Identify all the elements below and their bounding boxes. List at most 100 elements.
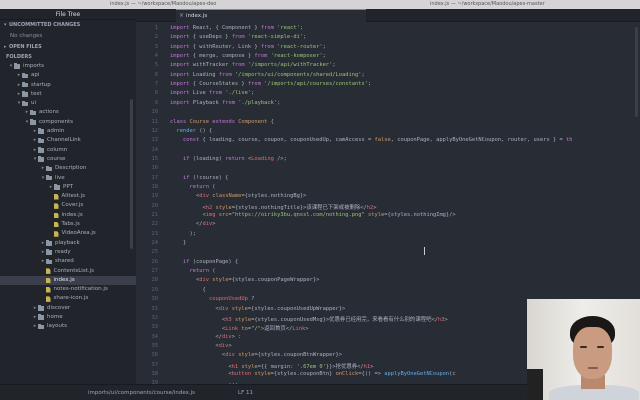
tree-folder-layouts[interactable]: ▸ layouts: [0, 322, 136, 331]
file-icon: [54, 212, 59, 219]
code-line[interactable]: return (: [170, 184, 215, 190]
sidebar-scrollbar[interactable]: [130, 99, 133, 249]
code-line[interactable]: <img src="https://oiriky3bu.qnssl.com/no…: [170, 212, 455, 218]
tree-folder-admin[interactable]: ▸ admin: [0, 127, 136, 136]
tree-folder-actions[interactable]: ▸ actions: [0, 108, 136, 117]
code-line[interactable]: render () {: [170, 128, 213, 134]
code-line[interactable]: <div style={styles.couponBtnWrapper}>: [170, 352, 342, 358]
file-icon: [54, 221, 59, 228]
folder-icon: [22, 91, 28, 97]
code-line[interactable]: <div className={styles.nothingBg}>: [170, 193, 306, 199]
tree-folder-column[interactable]: ▸ column: [0, 146, 136, 155]
code-line[interactable]: );: [170, 231, 196, 237]
code-line[interactable]: import { merge, compose } from 'react-ko…: [170, 53, 326, 59]
code-line[interactable]: class Course extends Component {: [170, 119, 274, 125]
code-line[interactable]: if (!course) {: [170, 175, 228, 181]
code-line[interactable]: <Link to="/">返回首页</Link>: [170, 324, 309, 332]
tree-folder-shared[interactable]: ▸ shared: [0, 257, 136, 266]
uncommitted-changes-section[interactable]: ▾ UNCOMMITTED CHANGES: [0, 20, 136, 30]
tree-file-tabs-js[interactable]: Tabs.js: [0, 220, 136, 229]
tree-folder-playback[interactable]: ▸ playback: [0, 239, 136, 248]
tree-folder-components[interactable]: ▾ components: [0, 118, 136, 127]
tab-index-js[interactable]: × index.js: [176, 9, 366, 22]
tree-file-notes-notification-js[interactable]: notes-notification.js: [0, 285, 136, 294]
code-line[interactable]: if (couponPage) {: [170, 259, 238, 265]
tree-item-label: Cover.js: [61, 202, 84, 209]
line-number: 15: [151, 155, 159, 162]
code-line[interactable]: const { loading, course, coupon, couponU…: [170, 137, 573, 143]
code-line[interactable]: return (: [170, 268, 215, 274]
folder-icon: [54, 184, 60, 190]
tree-file-alitest-js[interactable]: Alitest.js: [0, 192, 136, 201]
code-line[interactable]: couponUsedUp ?: [170, 296, 254, 302]
folder-icon: [38, 156, 44, 162]
code-line[interactable]: </div>: [170, 221, 216, 227]
line-number: 9: [154, 99, 158, 106]
code-line[interactable]: import { withRouter, Link } from 'react-…: [170, 44, 326, 50]
webcam-face: [573, 327, 612, 379]
tree-folder-api[interactable]: ▸ api: [0, 71, 136, 80]
close-icon[interactable]: ×: [179, 10, 184, 22]
line-number: 21: [151, 212, 159, 218]
folder-tree: ▾ imports ▸ api ▸ startup ▸ test ▾ ui ▸ actions ▾ com…: [0, 62, 136, 332]
tree-folder-startup[interactable]: ▸ startup: [0, 81, 136, 90]
code-line[interactable]: import withTracker from '/imports/api/wi…: [170, 62, 336, 68]
line-number: 18: [151, 183, 159, 190]
code-line[interactable]: <button style={styles.couponBtn} onClick…: [170, 371, 455, 377]
tree-item-label: admin: [47, 128, 65, 135]
tree-item-label: startup: [31, 81, 51, 88]
tree-folder-discover[interactable]: ▸ discover: [0, 304, 136, 313]
code-line[interactable]: {: [170, 287, 205, 293]
tree-folder-ui[interactable]: ▾ ui: [0, 99, 136, 108]
line-number: 23: [151, 230, 159, 237]
tree-file-index-js[interactable]: index.js: [0, 211, 136, 220]
code-line[interactable]: import React, { Component } from 'react'…: [170, 25, 303, 31]
code-line[interactable]: import Live from './live';: [170, 90, 254, 96]
tree-file-contentslist-js[interactable]: ContentsList.js: [0, 267, 136, 276]
tree-folder-ppt[interactable]: ▸ PPT: [0, 183, 136, 192]
line-number: 29: [151, 286, 159, 293]
tree-file-cover-js[interactable]: Cover.js: [0, 201, 136, 210]
line-number: 19: [151, 193, 159, 200]
tree-folder-live[interactable]: ▾ live: [0, 174, 136, 183]
tree-folder-ready[interactable]: ▸ ready: [0, 248, 136, 257]
code-line[interactable]: import Loading from '/imports/ui/compone…: [170, 72, 365, 78]
tree-folder-home[interactable]: ▸ home: [0, 313, 136, 322]
code-line[interactable]: import { CourseStates } from '/imports/a…: [170, 81, 371, 87]
code-line[interactable]: <h3 style={styles.couponUsedMsg}>优惠券已经用完…: [170, 315, 448, 323]
folder-icon: [30, 109, 36, 116]
code-line[interactable]: import Playback from './playback';: [170, 100, 280, 106]
tree-folder-imports[interactable]: ▾ imports: [0, 62, 136, 71]
cursor-position[interactable]: LF: [238, 385, 244, 400]
line-number: 11: [151, 118, 159, 125]
open-files-section[interactable]: ▸ OPEN FILES: [0, 42, 136, 52]
window-title-right: index.js — ~/workspace/Maodou/apes-maste…: [430, 1, 545, 7]
tree-folder-course[interactable]: ▾ course: [0, 155, 136, 164]
tree-file-index-js[interactable]: index.js: [0, 275, 136, 286]
code-line[interactable]: }: [170, 240, 186, 246]
tree-folder-description[interactable]: ▸ Description: [0, 164, 136, 173]
tree-item-label: playback: [55, 239, 80, 246]
tree-folder-test[interactable]: ▸ test: [0, 90, 136, 99]
code-line[interactable]: <div>: [170, 343, 231, 349]
tree-file-videoarea-js[interactable]: VideoArea.js: [0, 229, 136, 238]
line-number: 10: [151, 109, 159, 116]
status-count[interactable]: 11: [246, 385, 253, 400]
code-line[interactable]: <h2 style={styles.nothingTitle}>该课程已下架或被…: [170, 203, 376, 211]
line-number: 30: [151, 296, 159, 303]
tree-item-label: imports: [23, 63, 45, 69]
code-line[interactable]: <div style={styles.couponUsedUpWrapper}>: [170, 306, 345, 312]
editor-scrollbar[interactable]: [635, 27, 638, 117]
tree-file-share-icon-js[interactable]: share-icon.js: [0, 294, 136, 303]
code-line[interactable]: </div> :: [170, 334, 241, 340]
code-line[interactable]: <div style={styles.couponPageWrapper}>: [170, 277, 319, 283]
tree-folder-channellink[interactable]: ▸ ChannelLink: [0, 136, 136, 145]
folder-icon: [22, 72, 28, 79]
text-cursor: [424, 247, 425, 255]
tree-item-label: ready: [55, 248, 71, 255]
code-line[interactable]: <h1 style={{ margin: '.67em 0'}}>抢优惠券</h…: [170, 362, 373, 370]
code-line[interactable]: import { useDeps } from 'react-simple-di…: [170, 34, 306, 40]
file-path[interactable]: imports/ui/components/course/index.js: [88, 385, 195, 400]
folders-section[interactable]: FOLDERS: [0, 52, 136, 62]
code-line[interactable]: if (loading) return <Loading />;: [170, 156, 287, 162]
